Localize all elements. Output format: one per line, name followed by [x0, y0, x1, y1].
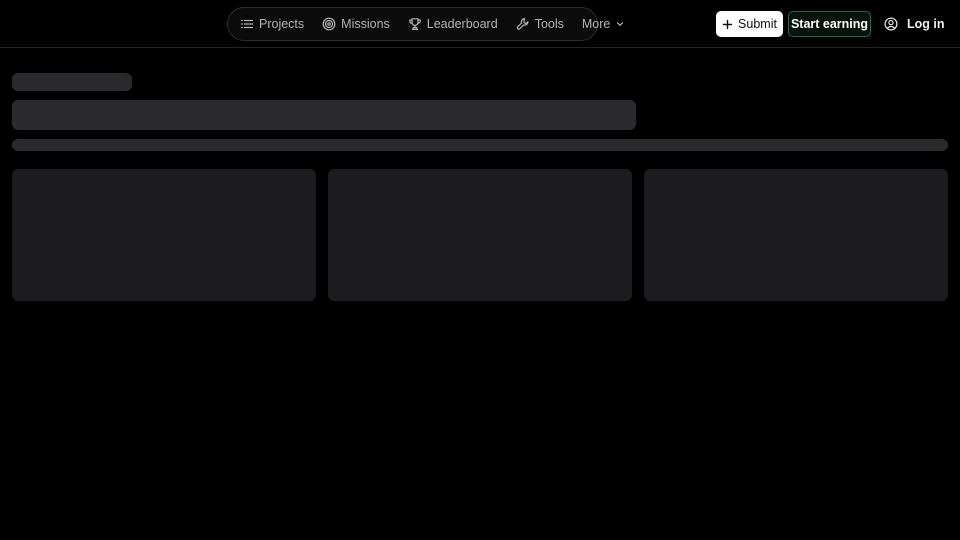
plus-icon: [722, 19, 733, 30]
user-circle-icon: [884, 17, 898, 31]
wrench-icon: [516, 17, 530, 31]
skeleton-card: [328, 169, 632, 301]
nav-item-label: Tools: [534, 17, 564, 31]
nav-item-more[interactable]: More: [582, 8, 625, 40]
submit-button[interactable]: Submit: [716, 11, 783, 37]
nav-item-label: More: [581, 17, 611, 31]
start-earning-label: Start earning: [790, 17, 869, 31]
skeleton-card: [644, 169, 948, 301]
top-bar: Projects Missions Leaderboard Tools More…: [0, 0, 960, 48]
skeleton-card: [12, 169, 316, 301]
skeleton-tag: [12, 73, 132, 91]
main-nav: Projects Missions Leaderboard Tools More: [227, 7, 624, 41]
list-icon: [240, 17, 254, 31]
submit-button-label: Submit: [738, 17, 777, 31]
skeleton-title: [12, 100, 636, 130]
login-label: Log in: [907, 17, 945, 31]
nav-item-label: Projects: [259, 17, 305, 31]
nav-item-leaderboard[interactable]: Leaderboard: [408, 8, 498, 40]
start-earning-button[interactable]: Start earning: [788, 11, 871, 37]
login-button[interactable]: Log in: [884, 11, 945, 37]
trophy-icon: [408, 17, 422, 31]
nav-item-projects[interactable]: Projects: [240, 8, 304, 40]
nav-item-label: Leaderboard: [426, 17, 498, 31]
chevron-down-icon: [615, 19, 625, 29]
target-icon: [322, 17, 336, 31]
nav-item-label: Missions: [341, 17, 390, 31]
nav-item-tools[interactable]: Tools: [516, 8, 564, 40]
nav-item-missions[interactable]: Missions: [322, 8, 390, 40]
skeleton-progress-bar: [12, 139, 948, 151]
